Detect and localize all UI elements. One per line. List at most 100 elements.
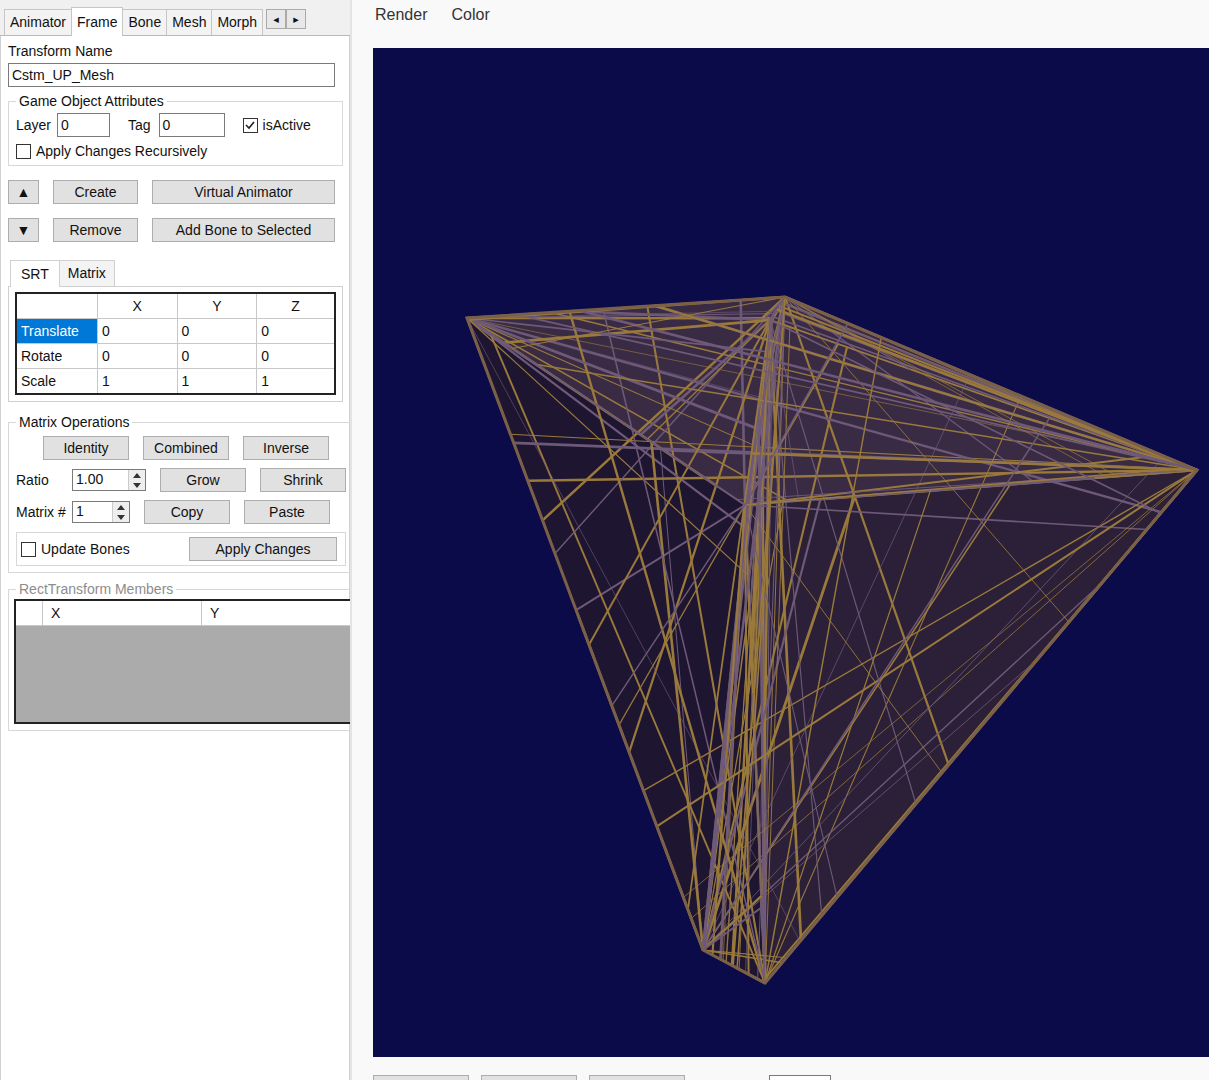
op-button[interactable]: Grow [160, 468, 246, 492]
tab[interactable]: Bone [122, 9, 167, 35]
op-button[interactable]: Copy [144, 500, 230, 524]
app-window: AnimatorFrameBoneMeshMorph◂▸ Transform Na… [0, 0, 1209, 1080]
move-button[interactable]: ▲ [8, 180, 39, 204]
frame-page: Transform NameCstm_UP_MeshGame Object At… [0, 36, 350, 1080]
sub-tab[interactable]: Matrix [59, 260, 115, 286]
grid-row[interactable]: Scale111 [16, 369, 335, 395]
grid-cell[interactable]: 0 [98, 344, 178, 369]
grid-row[interactable]: Translate000 [16, 319, 335, 344]
op-button[interactable]: Inverse [243, 436, 329, 460]
is-active-checkbox[interactable]: isActive [243, 117, 311, 133]
mesh-edge [501, 341, 745, 505]
move-button[interactable]: ▼ [8, 218, 39, 242]
menu-bar: Render Color [352, 0, 1209, 48]
tab[interactable]: Frame [71, 7, 123, 36]
bottom-button[interactable] [589, 1075, 685, 1080]
down-arrow-icon[interactable] [117, 515, 125, 520]
layer-input[interactable]: 0 [57, 113, 110, 137]
mesh-edge [712, 505, 745, 955]
sub-tab[interactable]: SRT [10, 260, 60, 287]
mesh-edge [752, 453, 1197, 470]
menu-item[interactable]: Render [375, 6, 427, 48]
button-row: ▲ Create Virtual Animator [8, 180, 343, 204]
op-button[interactable]: Paste [244, 500, 330, 524]
mesh-edge [703, 418, 1049, 950]
up-arrow-icon[interactable] [117, 505, 125, 510]
mesh-edge [467, 318, 748, 575]
op-button[interactable]: Identity [43, 436, 129, 460]
tab-scroll-button[interactable]: ◂ [266, 9, 286, 29]
mesh-edge [737, 297, 785, 968]
up-arrow-icon[interactable] [133, 473, 141, 478]
grid-cell[interactable]: 1 [98, 369, 178, 395]
row-header[interactable]: Scale [16, 369, 98, 395]
left-panel: AnimatorFrameBoneMeshMorph◂▸ Transform Na… [0, 0, 350, 1080]
menu-item[interactable]: Color [451, 6, 489, 48]
grid-cell[interactable]: 0 [177, 319, 257, 344]
attributes-row: Layer0Tag0 isActive [16, 113, 335, 137]
grid-cell[interactable]: 0 [257, 344, 335, 369]
mesh-edge [777, 309, 1197, 470]
mesh-edge [551, 312, 1197, 470]
matrix-number-label: Matrix # [16, 504, 72, 520]
grid-row[interactable]: Rotate000 [16, 344, 335, 369]
action-button[interactable]: Create [53, 180, 138, 204]
tag-label: Tag [128, 117, 151, 133]
tag-input[interactable]: 0 [159, 113, 225, 137]
ops-row: Ratio1.00GrowShrink [16, 468, 346, 492]
tab-scroll-button[interactable]: ▸ [286, 9, 306, 29]
mesh-edge [467, 318, 800, 941]
grid-cell[interactable]: 0 [177, 344, 257, 369]
tab[interactable]: Mesh [166, 9, 212, 35]
tab[interactable]: Morph [211, 9, 263, 35]
bottom-button[interactable] [481, 1075, 577, 1080]
spinner-value[interactable]: 1.00 [73, 470, 128, 490]
spinner-buttons[interactable] [128, 470, 145, 490]
transform-name-input[interactable]: Cstm_UP_Mesh [8, 63, 335, 87]
column-header: Y [202, 601, 361, 625]
action-button[interactable]: Add Bone to Selected [152, 218, 335, 242]
spinner-buttons[interactable] [112, 502, 129, 522]
row-header[interactable]: Translate [16, 319, 98, 344]
grid-cell[interactable]: 0 [98, 319, 178, 344]
mesh-edge [569, 311, 765, 983]
mesh-edge [765, 337, 881, 983]
render-area: Render Color [352, 0, 1209, 1080]
ops-row: Identity Combined Inverse [16, 436, 346, 460]
down-arrow-icon[interactable] [133, 483, 141, 488]
row-header[interactable]: Rotate [16, 344, 98, 369]
column-header: X [43, 601, 202, 625]
corner-cell [16, 601, 43, 625]
grid-cell[interactable]: 0 [257, 319, 335, 344]
recursive-checkbox[interactable]: Apply Changes Recursively [16, 143, 335, 159]
mesh-edge [785, 297, 1117, 476]
ratio-spinner[interactable]: 1.00 [72, 469, 146, 491]
mesh-edge [750, 320, 770, 617]
viewport[interactable] [373, 48, 1209, 1057]
tab[interactable]: Animator [4, 9, 72, 35]
grid-body [16, 626, 361, 722]
mesh-edge [536, 364, 1197, 470]
op-button[interactable]: Shrink [260, 468, 346, 492]
op-button[interactable]: Combined [143, 436, 229, 460]
tab-bar: AnimatorFrameBoneMeshMorph◂▸ [0, 0, 350, 36]
tab-scroll: ◂▸ [266, 9, 306, 29]
update-bones-checkbox[interactable]: Update Bones [21, 541, 130, 557]
spinner-value[interactable]: 1 [73, 502, 112, 522]
grid-cell[interactable]: 1 [257, 369, 335, 395]
action-button[interactable]: Remove [53, 218, 138, 242]
apply-changes-button[interactable]: Apply Changes [189, 537, 337, 561]
mesh-edge [504, 320, 770, 343]
matrix-number-spinner[interactable]: 1 [72, 501, 130, 523]
bottom-button[interactable] [373, 1075, 469, 1080]
grid-cell[interactable]: 1 [177, 369, 257, 395]
mesh-edge [745, 468, 1191, 505]
update-box: Update Bones Apply Changes [16, 532, 346, 566]
action-button[interactable]: Virtual Animator [152, 180, 335, 204]
bottom-field[interactable] [769, 1075, 831, 1080]
mesh-edge [770, 320, 1161, 513]
mesh-edge [765, 491, 930, 983]
game-object-group: Game Object AttributesLayer0Tag0 isActiv… [8, 93, 343, 166]
transform-name-label: Transform Name [8, 43, 343, 59]
checkbox-box [243, 118, 258, 133]
